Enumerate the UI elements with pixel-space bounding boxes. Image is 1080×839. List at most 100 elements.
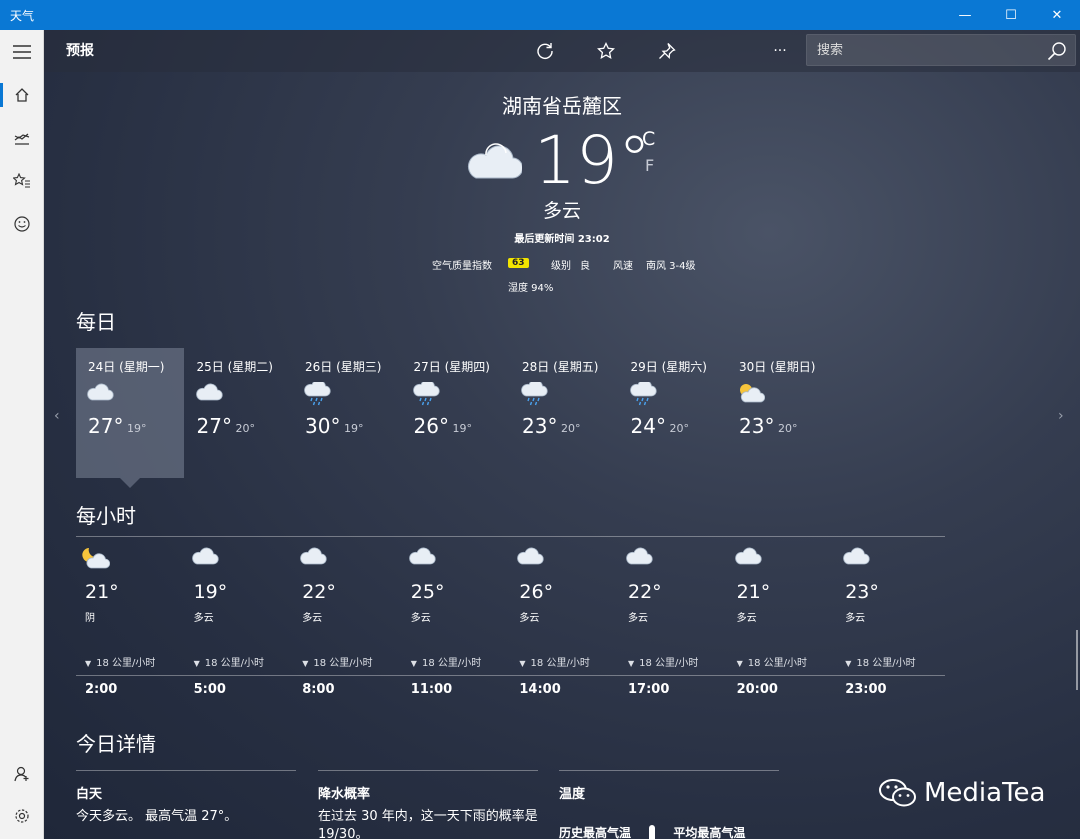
- hourly-time: 20:00: [736, 682, 778, 697]
- refresh-button[interactable]: [525, 36, 565, 66]
- wind-direction-icon: ▼: [410, 659, 417, 668]
- hourly-item[interactable]: 25° 多云 ▼ 18 公里/小时 11:00: [402, 546, 502, 706]
- daily-low-temp: 19°: [452, 422, 473, 435]
- divider: [559, 770, 779, 771]
- nav-item-feedback[interactable]: [0, 204, 44, 244]
- daily-card[interactable]: 25日 (星期二) 27° 20°: [185, 348, 293, 478]
- settings-button[interactable]: [0, 796, 44, 836]
- level-value: 良: [580, 261, 590, 272]
- hourly-condition: 多云: [410, 613, 431, 624]
- daily-card[interactable]: 27日 (星期四) 26° 19°: [402, 348, 510, 478]
- daily-low-temp: 20°: [561, 422, 581, 435]
- menu-button[interactable]: [0, 32, 44, 72]
- home-icon: [15, 88, 29, 102]
- search-icon[interactable]: [1047, 41, 1067, 61]
- search-input[interactable]: [807, 35, 1027, 65]
- hourly-wind-speed: 18 公里/小时: [747, 658, 808, 669]
- hourly-item[interactable]: 23° 多云 ▼ 18 公里/小时 23:00: [836, 546, 936, 706]
- search-box[interactable]: [806, 34, 1076, 66]
- hourly-item[interactable]: 22° 多云 ▼ 18 公里/小时 17:00: [619, 546, 719, 706]
- nav-item-historical[interactable]: [0, 118, 44, 158]
- settings-icon: [15, 809, 29, 823]
- unit-celsius-toggle[interactable]: C: [642, 128, 655, 150]
- command-bar: 预报 ···: [44, 30, 1080, 72]
- last-updated: 最后更新时间 23:02: [514, 234, 610, 245]
- hourly-wind: ▼ 18 公里/小时: [628, 654, 698, 669]
- daily-low-temp: 20°: [235, 422, 256, 435]
- moon-cloud-icon: [82, 546, 111, 574]
- detail-precip-text: 在过去 30 年内，这一天下雨的概率是 19/30。: [318, 809, 538, 839]
- more-options-button[interactable]: ···: [760, 36, 800, 66]
- hourly-top-divider: [76, 536, 945, 537]
- unit-fahrenheit-toggle[interactable]: F: [645, 156, 654, 175]
- daily-card[interactable]: 28日 (星期五) 23° 20°: [510, 348, 618, 478]
- page-title: 预报: [66, 43, 94, 59]
- temp-record-label: 历史最高气温: [559, 826, 632, 839]
- daily-card[interactable]: 29日 (星期六) 24° 20°: [619, 348, 727, 478]
- hourly-wind: ▼ 18 公里/小时: [194, 654, 264, 669]
- daily-low-temp: 19°: [344, 422, 364, 435]
- daily-section-title: 每日: [76, 310, 116, 334]
- hourly-item[interactable]: 21° 多云 ▼ 18 公里/小时 20:00: [728, 546, 828, 706]
- hourly-time: 11:00: [410, 682, 453, 697]
- hourly-time: 5:00: [193, 682, 226, 697]
- hourly-time: 2:00: [85, 682, 118, 697]
- hourly-wind-speed: 18 公里/小时: [639, 658, 699, 669]
- hourly-wind: ▼ 18 公里/小时: [845, 654, 915, 669]
- wind-direction-icon: ▼: [519, 659, 526, 668]
- hourly-temp: 21°: [85, 581, 119, 603]
- nav-item-forecast[interactable]: [0, 75, 44, 115]
- hourly-section-title: 每小时: [76, 504, 136, 528]
- watermark: MediaTea: [878, 778, 1045, 808]
- hourly-condition: 阴: [85, 613, 95, 624]
- daily-card[interactable]: 26日 (星期三) 30° 19°: [293, 348, 401, 478]
- daily-next-arrow[interactable]: ›: [1058, 408, 1064, 424]
- watermark-text: MediaTea: [924, 778, 1046, 808]
- daily-date: 24日 (星期一): [88, 360, 165, 374]
- cloudy-icon: [842, 546, 870, 570]
- daily-card[interactable]: 24日 (星期一) 27° 19°: [76, 348, 184, 488]
- hourly-temp: 21°: [736, 581, 771, 603]
- hourly-wind-speed: 18 公里/小时: [204, 658, 265, 669]
- pin-button[interactable]: [647, 36, 687, 66]
- scrollbar-thumb[interactable]: [1076, 630, 1078, 690]
- maximize-button[interactable]: ☐: [988, 0, 1034, 30]
- daily-high-temp: 27°: [88, 414, 124, 438]
- daily-prev-arrow[interactable]: ‹: [54, 408, 60, 424]
- title-bar: 天气 — ☐ ✕: [0, 0, 1080, 30]
- hourly-wind-speed: 18 公里/小时: [421, 658, 482, 669]
- hourly-item[interactable]: 21° 阴 ▼ 18 公里/小时 2:00: [76, 546, 176, 706]
- detail-precip: 降水概率 在过去 30 年内，这一天下雨的概率是 19/30。: [318, 770, 538, 839]
- wechat-logo-icon: [879, 779, 916, 807]
- wind-direction-icon: ▼: [193, 659, 200, 668]
- daily-low-temp: 20°: [669, 422, 690, 435]
- hourly-wind: ▼ 18 公里/小时: [302, 654, 372, 669]
- hourly-temp: 23°: [845, 581, 879, 603]
- thermometer-icon: [649, 824, 656, 839]
- detail-temp: 温度 历史最高气温 平均最高气温: [559, 770, 779, 839]
- hourly-item[interactable]: 19° 多云 ▼ 18 公里/小时 5:00: [185, 546, 285, 706]
- add-favorite-button[interactable]: [586, 36, 626, 66]
- daily-date: 29日 (星期六): [630, 360, 707, 374]
- hourly-item[interactable]: 26° 多云 ▼ 18 公里/小时 14:00: [510, 546, 610, 706]
- hourly-temp: 22°: [628, 581, 662, 603]
- level-label: 级别: [551, 261, 571, 272]
- nav-item-favorites[interactable]: [0, 161, 44, 201]
- hourly-item[interactable]: 22° 多云 ▼ 18 公里/小时 8:00: [293, 546, 393, 706]
- account-button[interactable]: [0, 754, 44, 794]
- daily-low-temp: 19°: [127, 422, 147, 435]
- wind-direction-icon: ▼: [628, 659, 635, 668]
- close-button[interactable]: ✕: [1034, 0, 1080, 30]
- hourly-condition: 多云: [302, 613, 323, 624]
- hourly-wind-speed: 18 公里/小时: [856, 658, 916, 669]
- hourly-condition: 多云: [736, 613, 757, 624]
- historical-chart-icon: [14, 133, 30, 145]
- hourly-wind: ▼ 18 公里/小时: [737, 654, 807, 669]
- theme-toggle-button[interactable]: [708, 36, 748, 66]
- hourly-condition: 多云: [519, 613, 540, 624]
- daily-high-temp: 27°: [196, 414, 232, 438]
- minimize-button[interactable]: —: [942, 0, 988, 30]
- cloudy-icon: [86, 382, 114, 406]
- star-icon: [597, 42, 615, 59]
- daily-card[interactable]: 30日 (星期日) 23° 20°: [727, 348, 835, 478]
